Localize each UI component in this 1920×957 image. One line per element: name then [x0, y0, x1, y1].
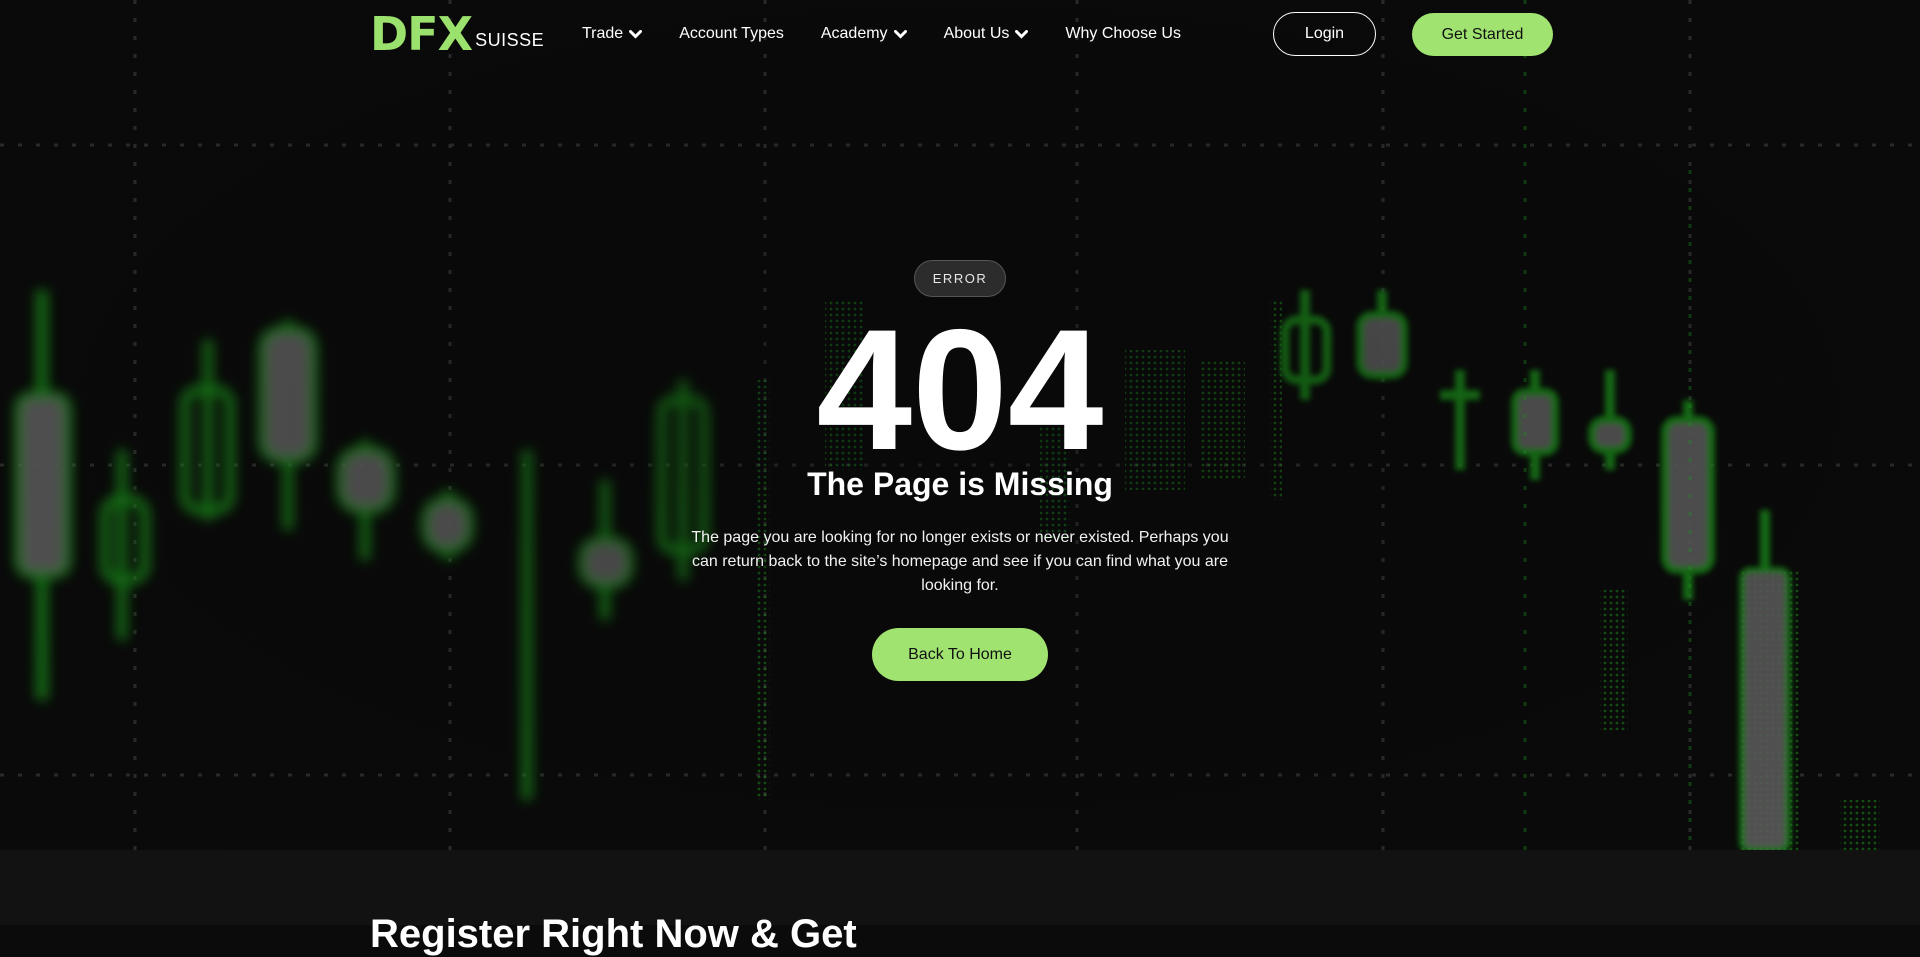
register-heading: Register Right Now & Get [370, 912, 857, 956]
error-description: The page you are looking for no longer e… [691, 529, 1229, 594]
error-code: 404 [816, 294, 1104, 486]
error-title: The Page is Missing [807, 466, 1113, 502]
register-section: Register Right Now & Get [0, 850, 1920, 956]
error-badge: ERROR [914, 260, 1006, 297]
error-content: ERROR 404 The Page is Missing The page y… [0, 0, 1920, 850]
back-to-home-button[interactable]: Back To Home [872, 628, 1048, 681]
